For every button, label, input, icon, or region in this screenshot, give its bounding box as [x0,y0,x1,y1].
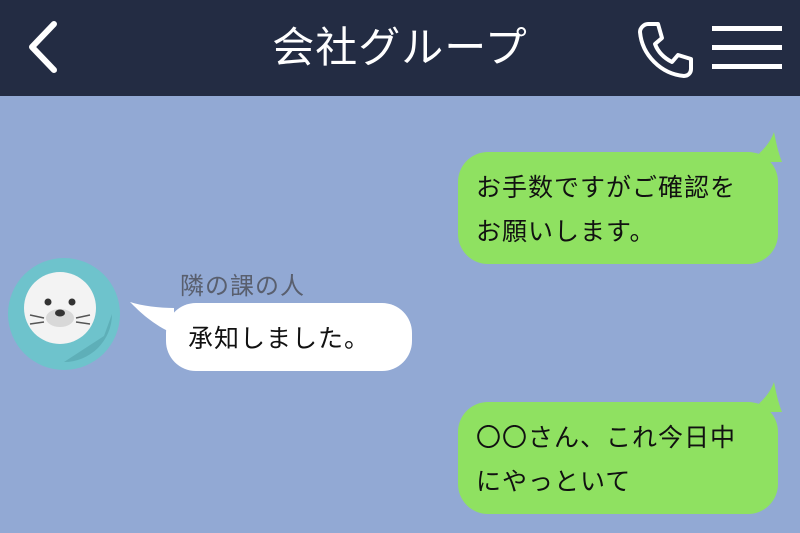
chevron-left-icon [29,21,57,73]
sender-name: 隣の課の人 [180,272,305,300]
message-bubble-outgoing[interactable]: お手数ですがご確認を お願いします。 [458,152,778,264]
chat-area[interactable]: お手数ですがご確認を お願いします。 隣の課の人 承知しました。 〇〇さん、これ… [0,96,800,533]
phone-icon [638,22,693,78]
message-bubble-outgoing[interactable]: 〇〇さん、これ今日中 にやっといて [458,402,778,514]
message-text-line: 承知しました。 [188,324,371,353]
avatar[interactable] [8,258,120,370]
hamburger-menu-icon [712,26,782,69]
menu-button[interactable] [708,20,786,76]
message-text-line: お願いします。 [476,217,656,246]
message-text-line: 〇〇さん、これ今日中 [476,423,737,452]
chat-title: 会社グループ [272,23,528,72]
message-text-line: お手数ですがご確認を [476,173,737,202]
call-button[interactable] [634,18,696,80]
seal-avatar-icon [8,258,120,370]
back-button[interactable] [18,14,78,80]
message-text-line: にやっといて [476,467,632,496]
chat-header: 会社グループ [0,0,800,96]
message-bubble-incoming[interactable]: 承知しました。 [166,303,412,371]
